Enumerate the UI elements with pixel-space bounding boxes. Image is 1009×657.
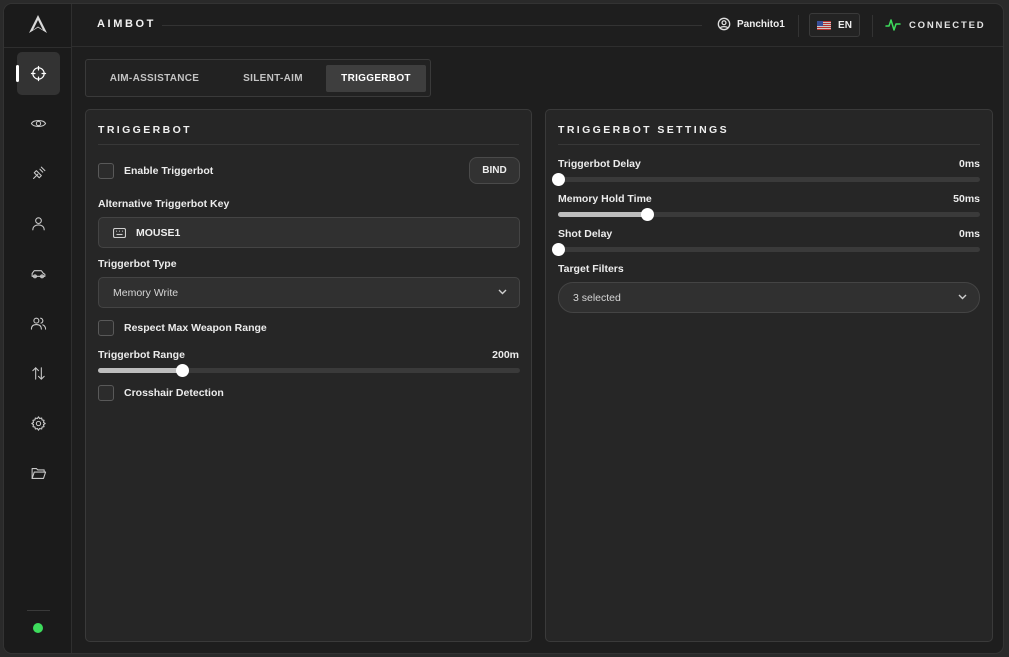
- sidebar: [4, 4, 72, 653]
- header-bar: AIMBOT Panchito1 EN CONNECTED: [72, 4, 1003, 47]
- shot-delay-slider[interactable]: [552, 243, 980, 256]
- keyboard-icon: [113, 227, 126, 238]
- sidebar-item-player[interactable]: [17, 202, 60, 245]
- enable-triggerbot-label: Enable Triggerbot: [124, 165, 214, 177]
- triggerbot-range-slider[interactable]: [98, 364, 520, 377]
- alt-key-label: Alternative Triggerbot Key: [98, 198, 230, 210]
- sidebar-item-vehicles[interactable]: [17, 252, 60, 295]
- memory-hold-value: 50ms: [953, 193, 980, 205]
- slider-thumb[interactable]: [552, 243, 565, 256]
- triggerbot-range-label: Triggerbot Range: [98, 349, 185, 361]
- enable-triggerbot-checkbox[interactable]: [98, 163, 114, 179]
- tab-triggerbot[interactable]: TRIGGERBOT: [326, 65, 426, 92]
- sidebar-divider: [4, 47, 72, 48]
- sidebar-item-visuals[interactable]: [17, 102, 60, 145]
- target-filters-label: Target Filters: [558, 263, 624, 275]
- username: Panchito1: [737, 18, 785, 30]
- shot-delay-value: 0ms: [958, 228, 980, 240]
- memory-hold-label: Memory Hold Time: [558, 193, 652, 205]
- triggerbot-delay-slider[interactable]: [552, 173, 980, 186]
- chevron-down-icon: [958, 294, 967, 300]
- triggerbot-type-label: Triggerbot Type: [98, 258, 177, 270]
- language-label: EN: [838, 19, 852, 31]
- sidebar-item-crosshair[interactable]: [16, 52, 60, 95]
- triggerbot-type-value: Memory Write: [113, 286, 179, 299]
- triggerbot-panel: TRIGGERBOT Enable Triggerbot BIND Altern…: [85, 109, 532, 642]
- respect-range-checkbox[interactable]: [98, 320, 114, 336]
- panel-divider: [98, 144, 519, 145]
- connection-status: CONNECTED: [885, 18, 985, 32]
- slider-fill: [558, 212, 647, 217]
- crosshair-detection-checkbox[interactable]: [98, 385, 114, 401]
- panel-title: TRIGGERBOT: [98, 124, 192, 136]
- triggerbot-delay-value: 0ms: [958, 158, 980, 170]
- tab-bar: AIM-ASSISTANCE SILENT-AIM TRIGGERBOT: [85, 59, 431, 97]
- car-icon: [31, 270, 46, 279]
- gear-icon: [31, 416, 46, 431]
- crosshair-icon: [30, 65, 47, 82]
- header-divider-line: [162, 25, 702, 26]
- language-button[interactable]: EN: [809, 13, 860, 37]
- users-icon: [30, 317, 47, 330]
- shot-delay-label: Shot Delay: [558, 228, 613, 240]
- logo-icon: [29, 15, 47, 33]
- triggerbot-range-value: 200m: [492, 349, 519, 361]
- header-separator: [798, 15, 799, 37]
- sidebar-item-settings[interactable]: [17, 402, 60, 445]
- panel-title: TRIGGERBOT SETTINGS: [558, 124, 730, 136]
- triggerbot-type-select[interactable]: Memory Write: [98, 277, 520, 308]
- bind-button[interactable]: BIND: [469, 157, 520, 184]
- target-filters-value: 3 selected: [573, 291, 621, 304]
- folder-icon: [31, 468, 47, 479]
- satellite-icon: [33, 166, 46, 179]
- respect-range-label: Respect Max Weapon Range: [124, 322, 267, 334]
- slider-thumb[interactable]: [552, 173, 565, 186]
- user-circle-icon: [717, 17, 731, 31]
- eye-icon: [30, 120, 47, 127]
- tab-silent-aim[interactable]: SILENT-AIM: [223, 65, 323, 92]
- sidebar-item-misc[interactable]: [17, 152, 60, 195]
- tab-aim-assistance[interactable]: AIM-ASSISTANCE: [90, 65, 219, 92]
- user-icon: [32, 217, 45, 231]
- target-filters-select[interactable]: 3 selected: [558, 282, 980, 313]
- triggerbot-settings-panel: TRIGGERBOT SETTINGS Triggerbot Delay 0ms…: [545, 109, 993, 642]
- us-flag-icon: [817, 20, 832, 30]
- header-separator: [872, 15, 873, 37]
- crosshair-detection-label: Crosshair Detection: [124, 387, 224, 399]
- user-menu[interactable]: Panchito1: [717, 17, 785, 31]
- alt-key-value: MOUSE1: [136, 226, 181, 239]
- alt-key-field[interactable]: MOUSE1: [98, 217, 520, 248]
- sidebar-item-configs[interactable]: [17, 452, 60, 495]
- arrows-up-down-icon: [32, 367, 45, 380]
- memory-hold-slider[interactable]: [558, 208, 980, 221]
- triggerbot-delay-label: Triggerbot Delay: [558, 158, 641, 170]
- sidebar-item-friends[interactable]: [17, 302, 60, 345]
- sidebar-bottom-divider: [27, 610, 50, 611]
- connection-status-label: CONNECTED: [909, 19, 986, 31]
- chevron-down-icon: [498, 289, 507, 295]
- status-indicator-dot: [33, 623, 43, 633]
- slider-thumb[interactable]: [640, 208, 654, 221]
- page-title: AIMBOT: [97, 18, 156, 30]
- activity-icon: [885, 19, 901, 31]
- app-window: AIMBOT Panchito1 EN CONNECTED AIM-ASSIST…: [3, 3, 1004, 654]
- panel-divider: [558, 144, 980, 145]
- sidebar-item-transfer[interactable]: [17, 352, 60, 395]
- slider-thumb[interactable]: [176, 364, 190, 377]
- slider-fill: [98, 368, 183, 373]
